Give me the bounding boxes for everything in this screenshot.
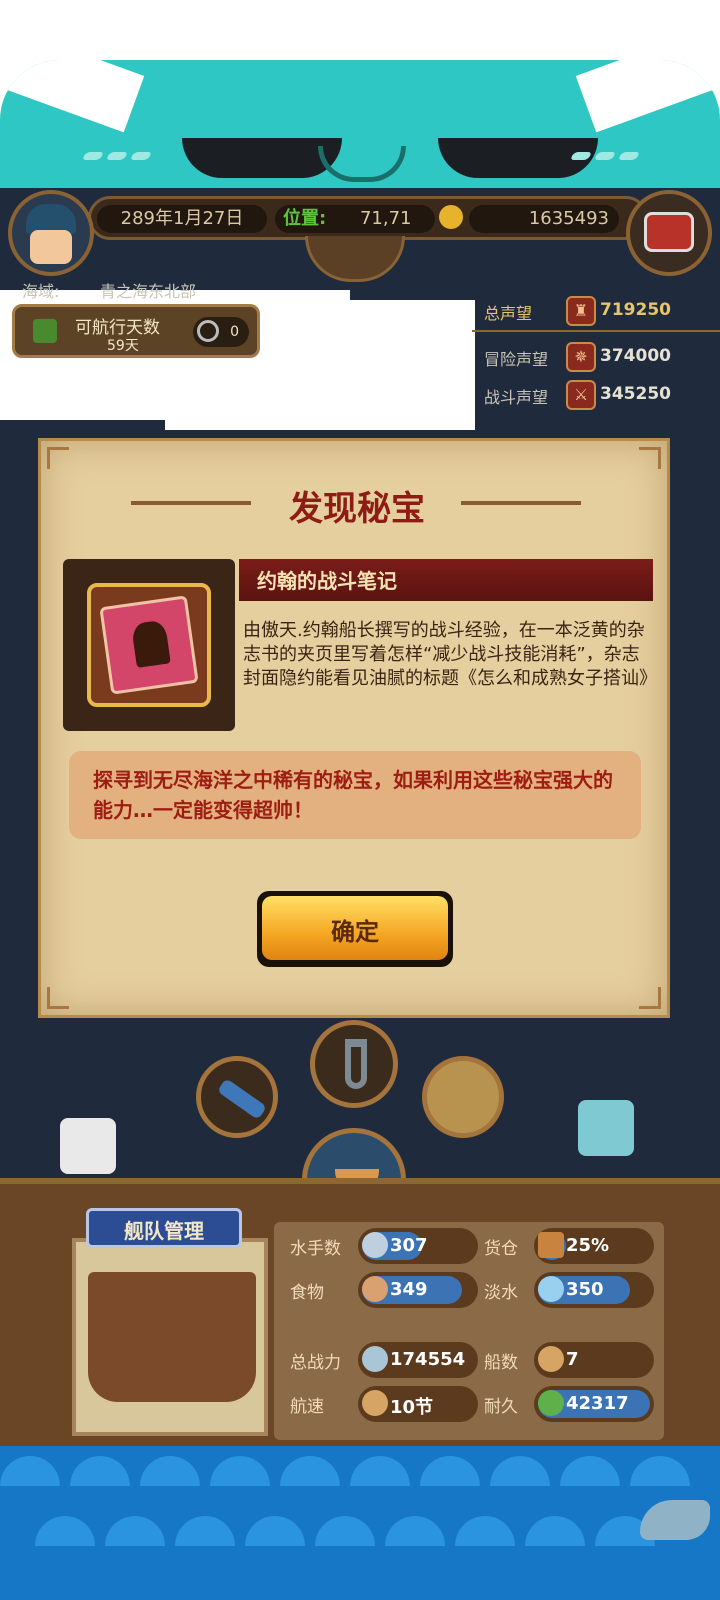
crossed-swords-icon: ⚔ xyxy=(566,380,596,410)
cargo-label: 货仓 xyxy=(484,1239,518,1259)
sailing-days-panel[interactable]: 可航行天数 59天 0 xyxy=(12,304,260,358)
cargo-stat: 25% xyxy=(534,1228,654,1264)
battle-reputation-label: 战斗声望 xyxy=(484,388,549,407)
total-reputation-icon: ♜ xyxy=(566,296,596,326)
anchor-icon[interactable] xyxy=(310,1020,398,1108)
ship-preview[interactable] xyxy=(72,1238,268,1436)
gold-coin-icon xyxy=(439,205,463,229)
position-label: 位置: xyxy=(283,208,327,229)
treasure-chest-icon[interactable] xyxy=(626,190,712,276)
sailor-icon xyxy=(362,1232,388,1258)
water-label: 淡水 xyxy=(484,1283,518,1303)
durability-label: 耐久 xyxy=(484,1397,518,1417)
item-name-bar: 约翰的战斗笔记 xyxy=(239,559,653,601)
speed-label: 航速 xyxy=(290,1397,324,1417)
confirm-button[interactable]: 确定 xyxy=(257,891,453,967)
fleet-management-tab[interactable]: 舰队管理 xyxy=(86,1208,242,1248)
sailing-days-value: 59天 xyxy=(107,338,139,354)
sailors-stat: 307 xyxy=(358,1228,478,1264)
ships-stat: 7 xyxy=(534,1342,654,1378)
sea-background xyxy=(0,1446,720,1600)
cargo-crate-icon xyxy=(538,1232,564,1258)
power-stat: 174554 xyxy=(358,1342,478,1378)
adventure-reputation-label: 冒险声望 xyxy=(484,350,549,369)
compass-rose-icon: ✵ xyxy=(566,342,596,372)
hint-box: 探寻到无尽海洋之中稀有的秘宝，如果利用这些秘宝强大的能力…一定能变得超帅！ xyxy=(69,751,641,839)
water-jug-icon xyxy=(538,1276,564,1302)
water-stat: 350 xyxy=(534,1272,654,1308)
food-stat: 349 xyxy=(358,1272,478,1308)
telescope-icon[interactable] xyxy=(196,1056,278,1138)
total-reputation-value: 719250 xyxy=(600,300,671,320)
speed-stat: 10节 xyxy=(358,1386,478,1422)
ships-label: 船数 xyxy=(484,1353,518,1373)
item-name: 约翰的战斗笔记 xyxy=(257,569,397,593)
position-value: 71,71 xyxy=(359,208,412,229)
blue-cube-mascot-icon xyxy=(578,1100,634,1156)
fleet-stats: 水手数 307 货仓 25% 食物 349 淡水 350 总战力 174554 … xyxy=(274,1222,664,1440)
durability-stat: 42317 xyxy=(534,1386,654,1422)
pause-icon[interactable] xyxy=(33,319,57,343)
meat-icon xyxy=(362,1276,388,1302)
fleet-management-label: 舰队管理 xyxy=(124,1219,204,1243)
status-bar: 289年1月27日 位置: 71,71 1635493 xyxy=(88,196,648,240)
gold-amount: 1635493 xyxy=(469,205,619,233)
confirm-button-label: 确定 xyxy=(331,918,379,946)
region-value: 青之海东北部 xyxy=(100,282,197,301)
hint-text: 探寻到无尽海洋之中稀有的秘宝，如果利用这些秘宝强大的能力…一定能变得超帅！ xyxy=(93,768,613,822)
dialog-title: 发现秘宝 xyxy=(289,489,425,529)
durability-icon xyxy=(538,1390,564,1416)
region-label: 海域: xyxy=(22,282,60,301)
battle-reputation-value: 345250 xyxy=(600,384,671,404)
ship-wheel-icon xyxy=(197,320,219,342)
sunglass-left-icon xyxy=(182,138,342,178)
top-banner xyxy=(0,60,720,190)
power-label: 总战力 xyxy=(290,1353,341,1373)
game-date: 289年1月27日 xyxy=(97,205,267,233)
captain-avatar[interactable] xyxy=(8,190,94,276)
ship-count-icon xyxy=(538,1346,564,1372)
crossed-swords-icon xyxy=(362,1346,388,1372)
item-description: 由傲天.约翰船长撰写的战斗经验，在一本泛黄的杂志书的夹页里写着怎样“减少战斗技能… xyxy=(243,620,657,689)
food-label: 食物 xyxy=(290,1283,324,1303)
total-reputation-label: 总声望 xyxy=(484,304,533,323)
sailors-label: 水手数 xyxy=(290,1239,341,1259)
white-cube-mascot-icon xyxy=(60,1118,116,1174)
item-icon-frame xyxy=(63,559,235,731)
world-map-icon[interactable] xyxy=(422,1056,504,1138)
battle-notebook-icon xyxy=(99,595,199,695)
sail-speed-icon xyxy=(362,1390,388,1416)
treasure-dialog: 发现秘宝 约翰的战斗笔记 由傲天.约翰船长撰写的战斗经验，在一本泛黄的杂志书的夹… xyxy=(38,438,670,1018)
adventure-reputation-value: 374000 xyxy=(600,346,671,366)
ship-icon xyxy=(88,1272,256,1402)
wheel-counter: 0 xyxy=(193,317,249,347)
